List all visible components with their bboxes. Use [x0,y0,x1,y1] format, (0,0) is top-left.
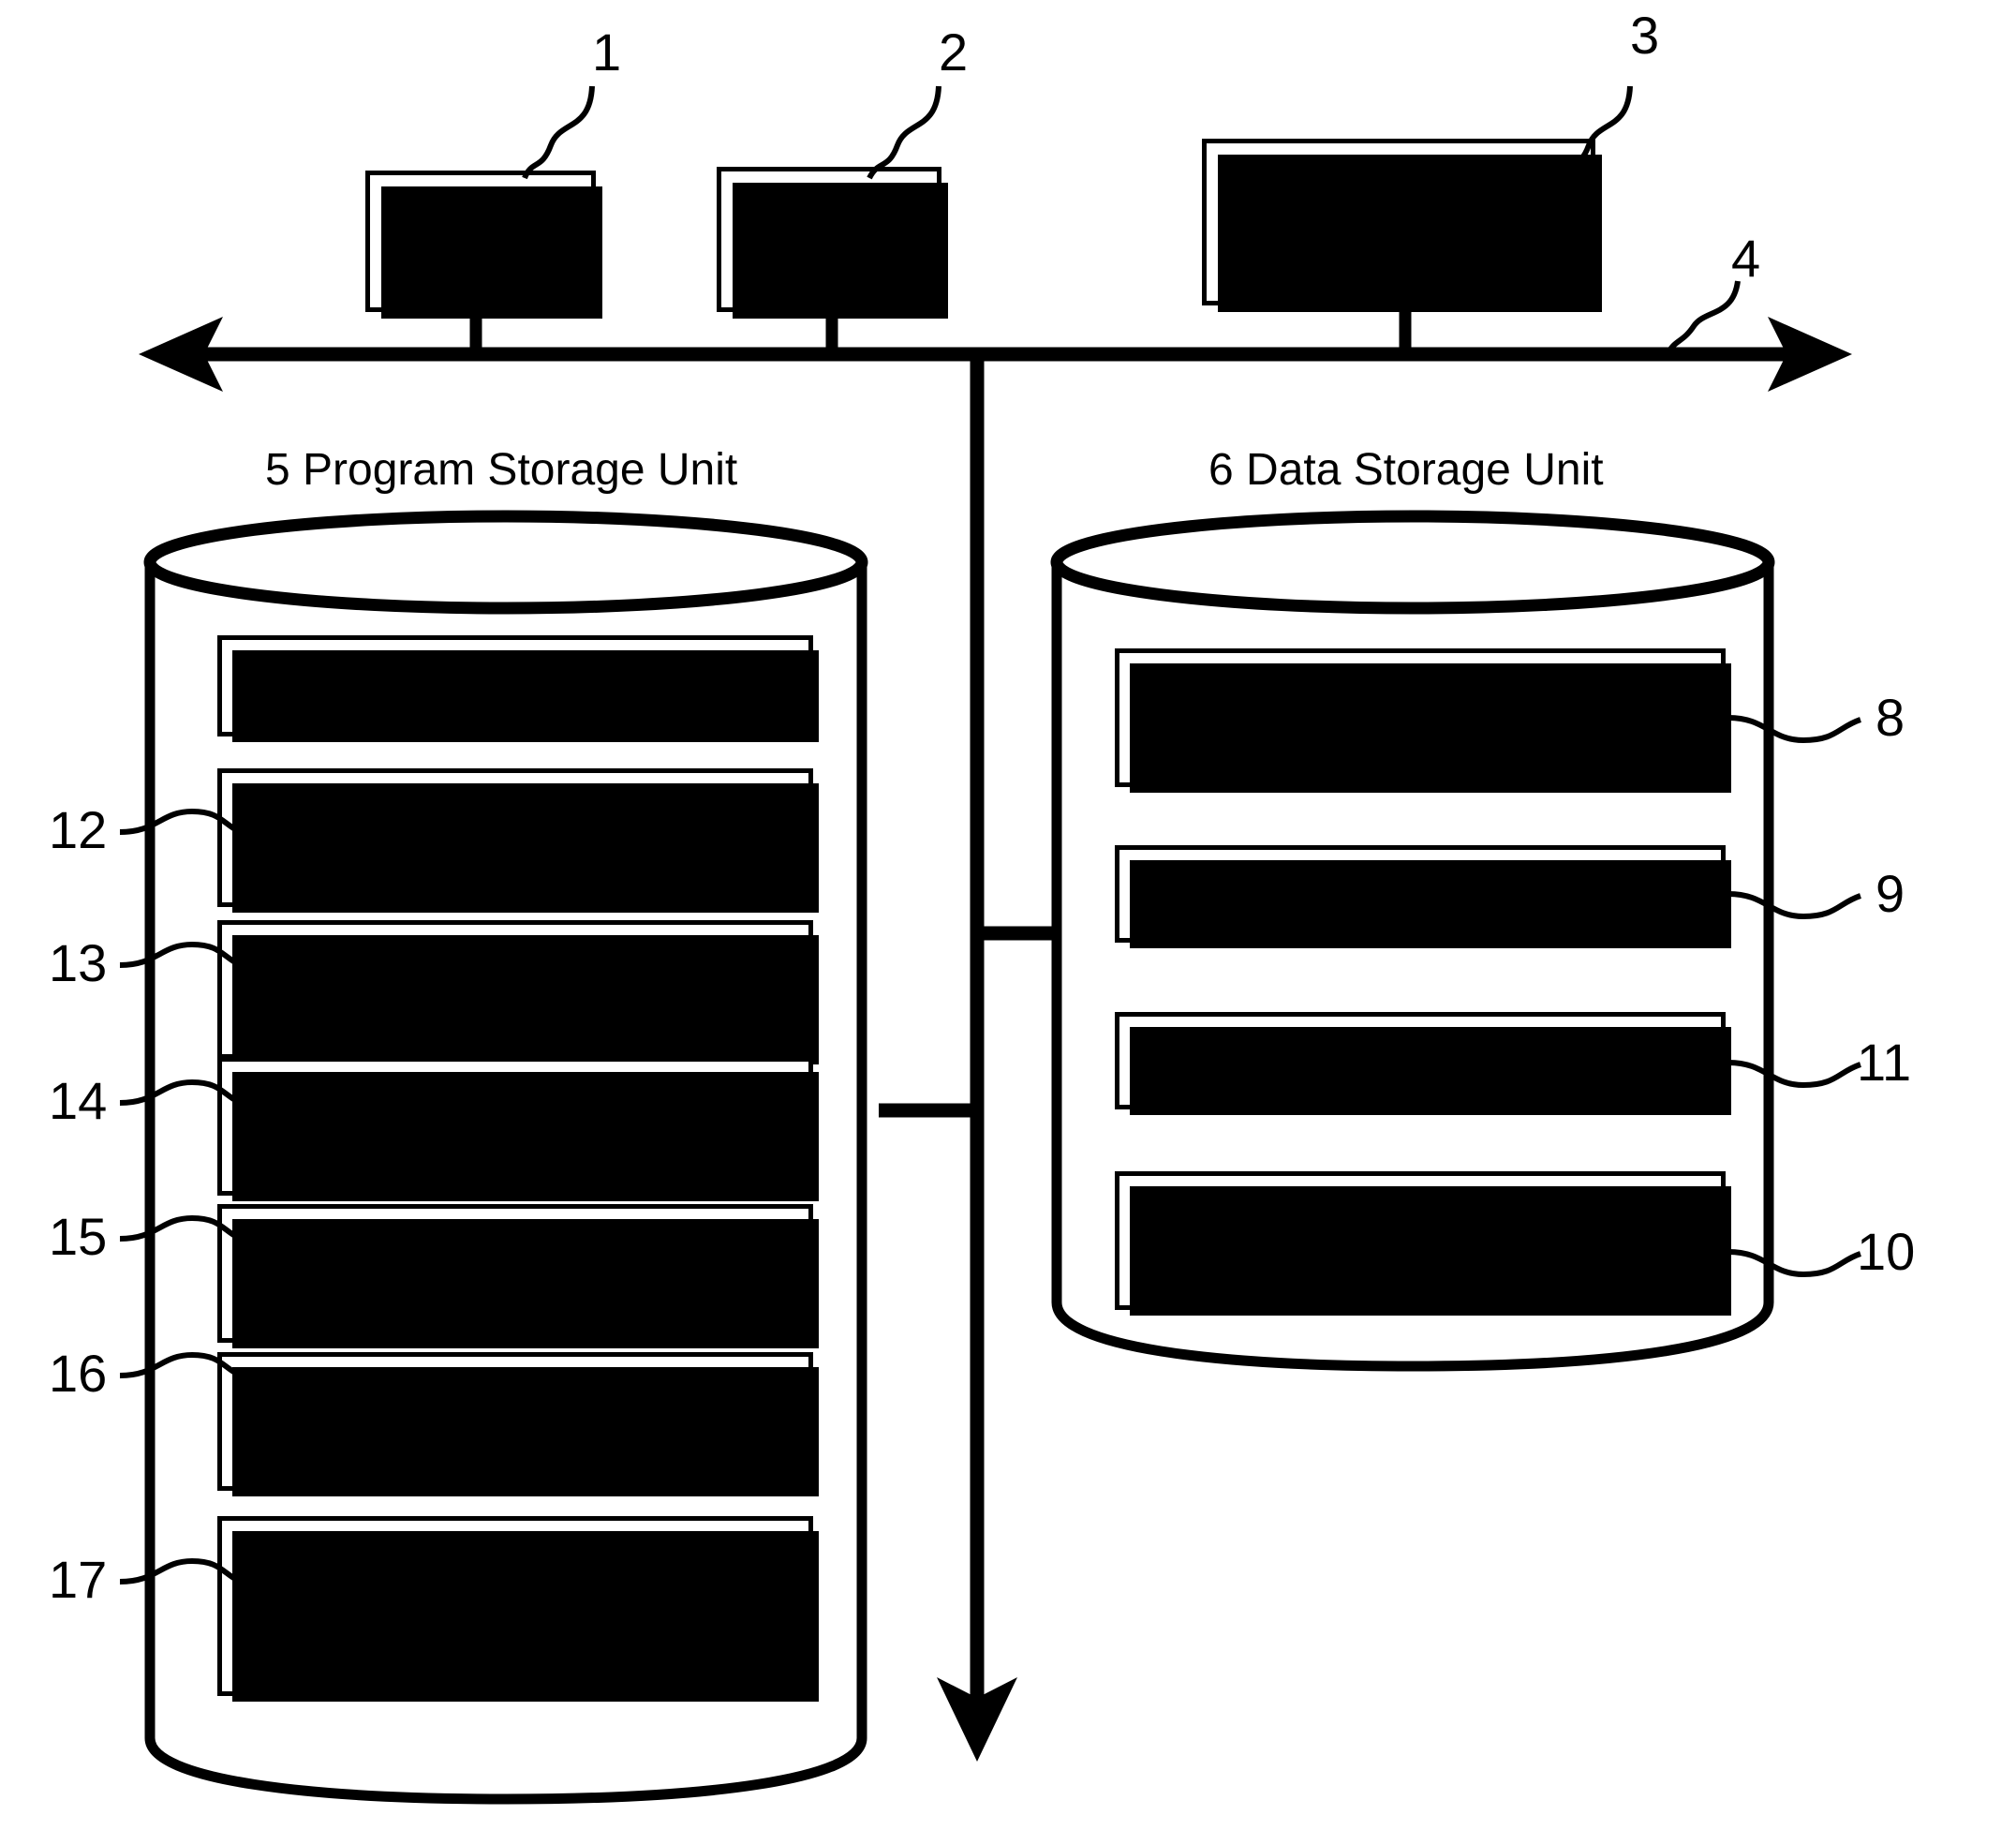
unit-box-label: 3-Dimensional Data Calling Unit [243,789,588,885]
ref-numeral-10: 10 [1857,1222,1916,1281]
ref-numeral-12: 12 [49,800,108,859]
unit-box-label: Main Program [392,662,639,707]
unit-box-main-program[interactable]: Main Program [217,635,819,742]
unit-box-disassembly-definition-information[interactable]: Disassembly Definition Information (Part… [1115,1171,1731,1316]
unit-box-label: Disassembly Animation [1216,1037,1624,1082]
ref-numeral-13: 13 [49,933,108,992]
unit-box-label: Disassembly Algorithm [1221,870,1620,915]
ref-numeral-1: 1 [592,22,622,82]
ref-numeral-14: 14 [49,1071,108,1130]
ref-numeral-17: 17 [49,1550,108,1609]
ref-numeral-9: 9 [1875,864,1905,923]
ram-box[interactable]: RAM [717,167,948,319]
unit-box-label: Disassembly Algorithm Generation Unit [235,941,633,1036]
ram-box-label: RAM [781,215,877,263]
unit-box-label: Disassembly Definition Information (Part… [1221,1192,1620,1287]
unit-box-disassembly-animation-generation[interactable]: Disassembly Animation Generation Unit [217,1057,819,1201]
io-interface-box-label: Input/Output Interface [1281,171,1517,271]
unit-box-label: Disassembly Animation Replay Control Uni… [235,1373,643,1468]
ref-numeral-8: 8 [1875,688,1905,747]
ref-numeral-16: 16 [49,1344,108,1403]
io-interface-box[interactable]: Input/Output Interface [1202,139,1602,312]
patent-figure: CPU RAM Input/Output Interface 1 2 3 4 5… [0,0,2016,1830]
unit-box-3d-data-calling[interactable]: 3-Dimensional Data Calling Unit [217,768,819,913]
unit-box-disassembly-algorithm-generation[interactable]: Disassembly Algorithm Generation Unit [217,920,819,1064]
ref-numeral-4-bus: 4 [1731,229,1761,288]
unit-box-label: Disassembly Animation Modification Unit [243,1225,650,1320]
program-storage-caption: 5 Program Storage Unit [265,445,738,495]
ref-numeral-11: 11 [1857,1033,1912,1092]
program-storage-cylinder-top [143,510,868,615]
unit-box-label: Disassembly Animation Generation Unit [243,1078,650,1173]
unit-box-disassembly-animation-modification[interactable]: Disassembly Animation Modification Unit [217,1204,819,1348]
unit-box-label: 3-Dimensional Graphic Data File [1144,669,1545,765]
unit-box-disassembly-definition-information-generation[interactable]: Disassembly Definition Information Gener… [217,1516,819,1702]
unit-box-label: Disassembly Definition Information Gener… [243,1532,645,1679]
ref-numeral-2: 2 [939,22,969,82]
unit-box-disassembly-algorithm[interactable]: Disassembly Algorithm [1115,845,1731,948]
cpu-box-label: CPU [436,216,526,265]
ref-numeral-15: 15 [49,1207,108,1266]
ref-numeral-3: 3 [1630,6,1660,65]
unit-box-3d-graphic-data-file[interactable]: 3-Dimensional Graphic Data File [1115,648,1731,793]
data-storage-cylinder-top [1050,510,1775,615]
unit-box-disassembly-animation-replay-control[interactable]: Disassembly Animation Replay Control Uni… [217,1352,819,1496]
data-storage-caption: 6 Data Storage Unit [1208,445,1604,495]
unit-box-disassembly-animation[interactable]: Disassembly Animation [1115,1012,1731,1115]
cpu-box[interactable]: CPU [365,171,602,319]
